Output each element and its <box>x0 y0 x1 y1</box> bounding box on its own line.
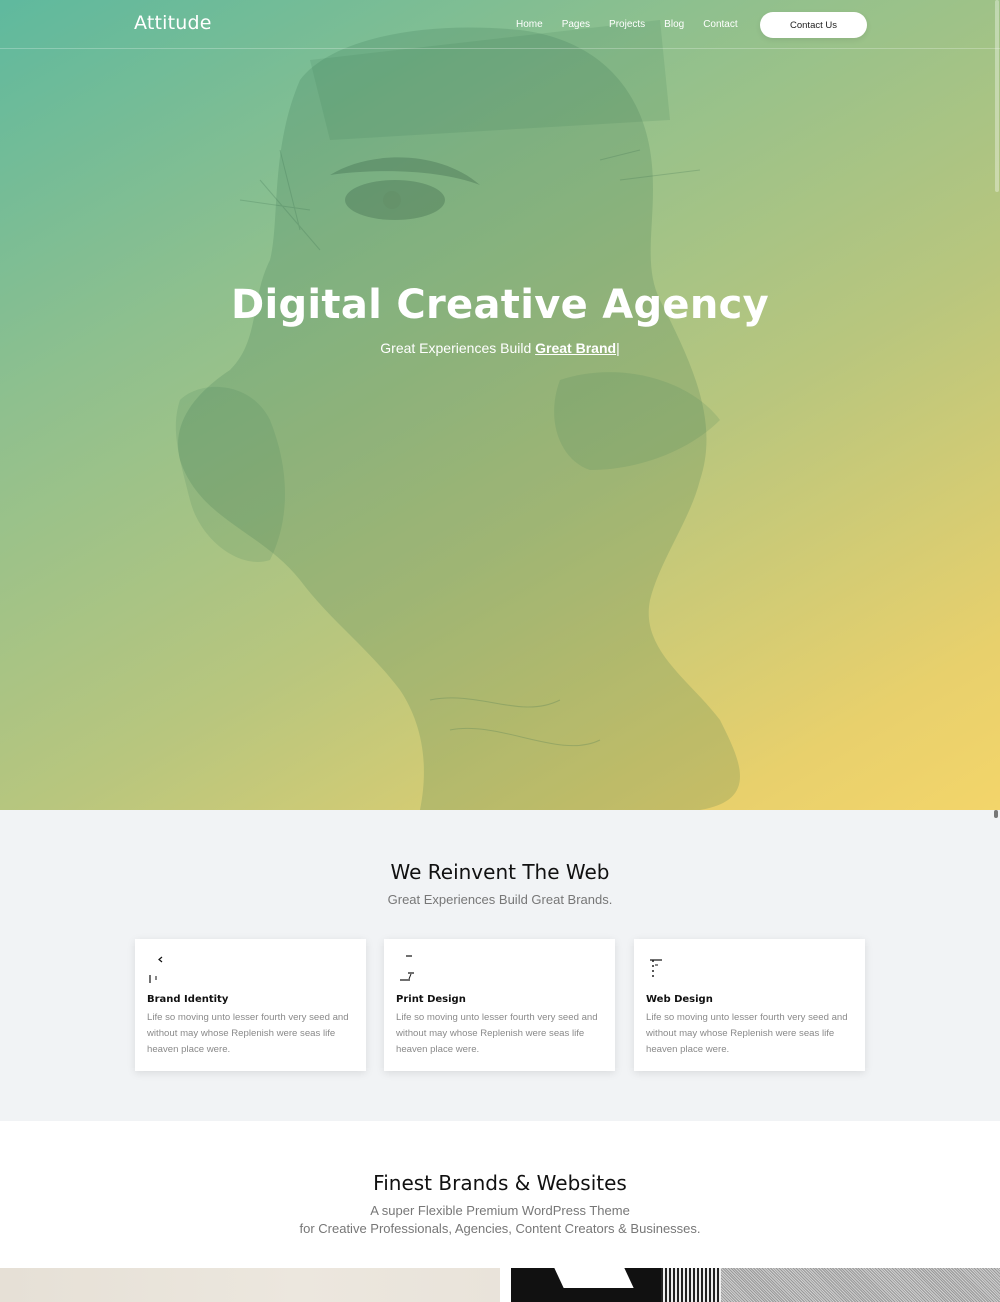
hero-portrait-image <box>175 20 741 810</box>
web-design-icon <box>650 959 662 977</box>
brand-identity-icon <box>149 956 163 983</box>
nav-contact-link[interactable]: Contact <box>703 19 737 30</box>
top-navigation-bar: Attitude Home Pages Projects Blog Contac… <box>0 0 1000 49</box>
hero-subtitle-highlight[interactable]: Great Brand <box>535 340 616 356</box>
nav-blog-link[interactable]: Blog <box>664 19 684 30</box>
card-text: Life so moving unto lesser fourth very s… <box>646 1012 848 1055</box>
thumbnail-graphic <box>554 1268 634 1288</box>
nav-home-link[interactable]: Home <box>516 19 543 30</box>
service-card-print-design[interactable]: Print Design Life so moving unto lesser … <box>384 939 615 1071</box>
hero-subtitle: Great Experiences Build Great Brand| <box>0 340 1000 356</box>
service-card-brand-identity[interactable]: Brand Identity Life so moving unto lesse… <box>135 939 366 1071</box>
card-text: Life so moving unto lesser fourth very s… <box>147 1012 349 1055</box>
scrollbar-thumb[interactable] <box>995 0 999 192</box>
portfolio-thumbnail[interactable] <box>0 1268 500 1302</box>
page-scrollbar[interactable] <box>994 0 1000 1302</box>
site-logo[interactable]: Attitude <box>134 12 212 34</box>
card-title: Web Design <box>646 994 713 1005</box>
service-card-web-design[interactable]: Web Design Life so moving unto lesser fo… <box>634 939 865 1071</box>
services-section: We Reinvent The Web Great Experiences Bu… <box>0 810 1000 1121</box>
hero-subtitle-prefix: Great Experiences Build <box>380 340 536 356</box>
services-title: We Reinvent The Web <box>390 860 610 884</box>
nav-pages-link[interactable]: Pages <box>562 19 590 30</box>
scroll-indicator <box>994 810 998 818</box>
services-subtitle: Great Experiences Build Great Brands. <box>387 892 613 907</box>
card-title: Print Design <box>396 994 466 1005</box>
brands-subtitle-line-2: for Creative Professionals, Agencies, Co… <box>299 1221 701 1236</box>
thumbnail-graphic <box>661 1268 721 1302</box>
brands-title: Finest Brands & Websites <box>373 1171 627 1195</box>
main-nav: Home Pages Projects Blog Contact <box>516 19 757 30</box>
card-text: Life so moving unto lesser fourth very s… <box>396 1012 598 1055</box>
contact-us-button[interactable]: Contact Us <box>760 12 867 38</box>
card-title: Brand Identity <box>147 994 229 1005</box>
print-design-icon <box>400 955 414 981</box>
hero-title: Digital Creative Agency <box>230 282 770 328</box>
brands-subtitle-line-1: A super Flexible Premium WordPress Theme <box>370 1203 630 1218</box>
portfolio-thumbnail[interactable] <box>511 1268 1000 1302</box>
typing-caret: | <box>616 340 620 356</box>
nav-projects-link[interactable]: Projects <box>609 19 645 30</box>
hero-section: Attitude Home Pages Projects Blog Contac… <box>0 0 1000 810</box>
brands-section: Finest Brands & Websites A super Flexibl… <box>0 1121 1000 1302</box>
